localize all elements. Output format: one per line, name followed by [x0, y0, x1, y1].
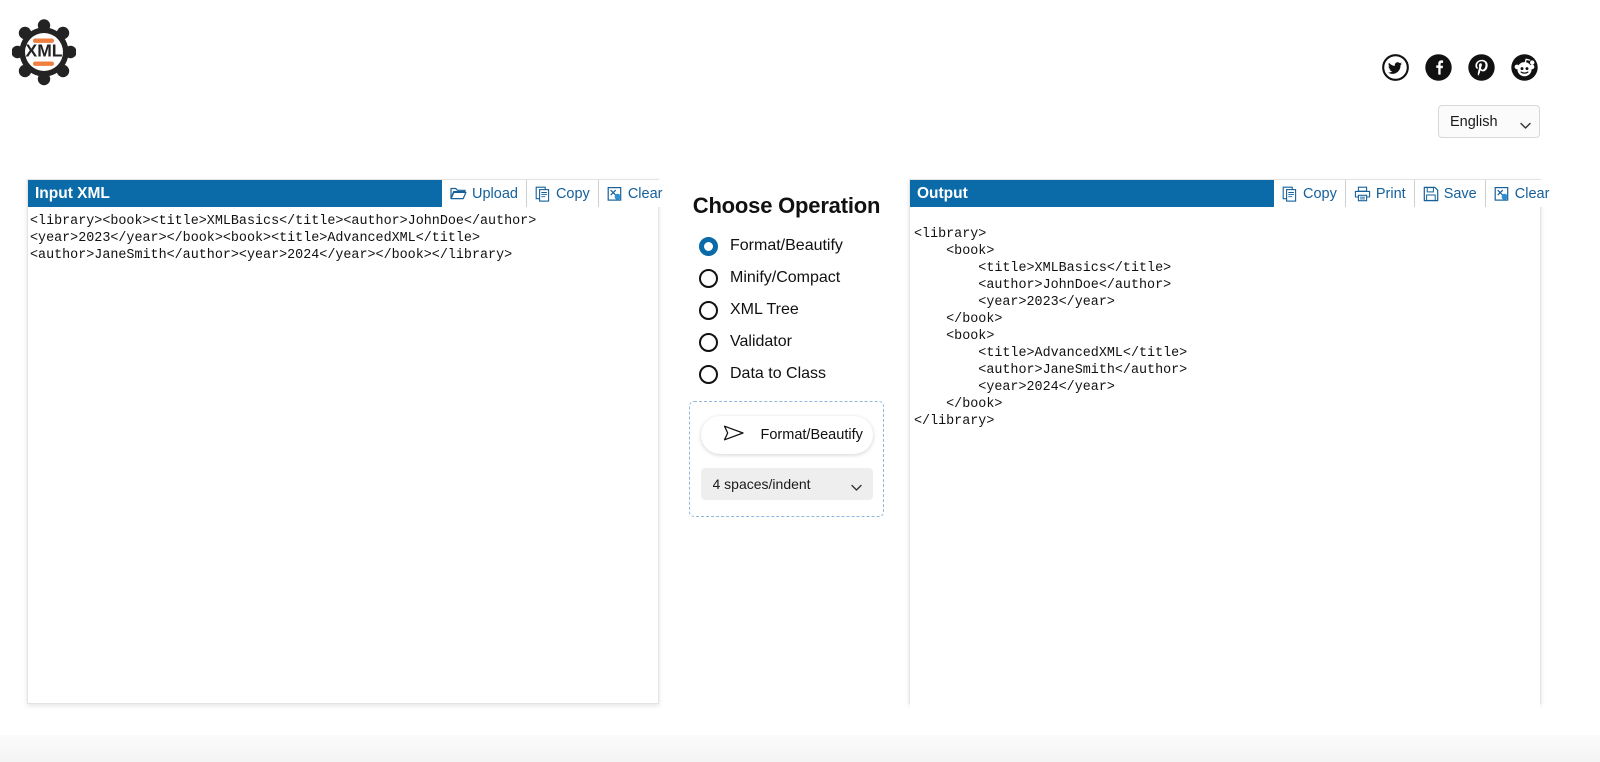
facebook-icon[interactable] — [1425, 54, 1452, 81]
indent-selector-wrapper: 4 spaces/indent — [700, 468, 873, 500]
run-operation-label: Format/Beautify — [760, 427, 863, 443]
radio-format-beautify[interactable] — [699, 236, 718, 256]
xml-formatter-page: XML English Input XML Upload Copy Clear … — [0, 0, 1600, 762]
output-tool-buttons: Copy Print Save Clear — [1274, 180, 1554, 207]
social-links — [1382, 54, 1538, 81]
action-box: Format/Beautify 4 spaces/indent — [689, 401, 884, 517]
input-clear-button[interactable]: Clear — [598, 180, 667, 207]
operation-validator[interactable]: Validator — [699, 329, 884, 355]
input-panel-toolbar: Input XML Upload Copy Clear — [28, 180, 667, 207]
operation-xml-tree[interactable]: XML Tree — [699, 297, 884, 323]
logo-text: XML — [26, 41, 63, 61]
operation-minify-compact[interactable]: Minify/Compact — [699, 265, 884, 291]
operation-label: Validator — [730, 333, 792, 350]
pinterest-icon[interactable] — [1468, 54, 1495, 81]
input-tool-buttons: Upload Copy Clear — [442, 180, 667, 207]
save-label: Save — [1443, 185, 1477, 202]
output-copy-button[interactable]: Copy — [1274, 180, 1346, 207]
input-clear-label: Clear — [627, 185, 663, 202]
copy-document-icon — [535, 186, 551, 202]
language-selector-wrapper: English — [1438, 105, 1540, 138]
reddit-icon[interactable] — [1511, 54, 1538, 81]
footer-strip — [0, 735, 1600, 762]
radio-data-to-class[interactable] — [699, 364, 718, 384]
choose-operation-title: Choose Operation — [692, 193, 881, 218]
floppy-disk-icon — [1423, 186, 1439, 202]
operation-label: Minify/Compact — [730, 269, 841, 286]
operation-label: XML Tree — [730, 301, 799, 318]
radio-xml-tree[interactable] — [699, 300, 718, 320]
radio-minify-compact[interactable] — [699, 268, 718, 288]
choose-operation-section: Choose Operation Format/Beautify Minify/… — [689, 193, 884, 517]
folder-open-icon — [450, 186, 467, 201]
output-panel-title: Output — [910, 180, 1274, 207]
output-clear-button[interactable]: Clear — [1485, 180, 1554, 207]
clear-eraser-icon — [1494, 186, 1510, 202]
output-panel-toolbar: Output Copy Print Save Clear — [910, 180, 1554, 207]
language-select[interactable]: English — [1438, 105, 1540, 138]
send-arrow-icon — [723, 424, 745, 446]
operation-label: Data to Class — [730, 365, 827, 382]
upload-label: Upload — [472, 185, 518, 202]
printer-icon — [1354, 186, 1371, 202]
input-copy-button[interactable]: Copy — [526, 180, 599, 207]
input-xml-textarea[interactable] — [28, 207, 658, 703]
print-button[interactable]: Print — [1345, 180, 1415, 207]
clear-eraser-icon — [607, 186, 623, 202]
output-xml-content[interactable]: <library> <book> <title>XMLBasics</title… — [910, 220, 1540, 717]
output-clear-label: Clear — [1514, 185, 1550, 202]
output-copy-label: Copy — [1303, 185, 1337, 202]
upload-button[interactable]: Upload — [442, 180, 527, 207]
output-panel: Output Copy Print Save Clear <library> <… — [909, 179, 1554, 717]
input-xml-panel: Input XML Upload Copy Clear <library><bo… — [27, 179, 667, 704]
save-button[interactable]: Save — [1414, 180, 1486, 207]
print-label: Print — [1375, 185, 1406, 202]
operation-data-to-class[interactable]: Data to Class — [699, 361, 884, 387]
operation-label: Format/Beautify — [730, 237, 843, 254]
twitter-icon[interactable] — [1382, 54, 1409, 81]
xml-gear-logo[interactable]: XML — [11, 18, 77, 88]
radio-validator[interactable] — [699, 332, 718, 352]
indent-select[interactable]: 4 spaces/indent — [700, 468, 873, 500]
input-panel-title: Input XML — [28, 180, 442, 207]
copy-document-icon — [1282, 186, 1298, 202]
page-header: XML English — [0, 0, 1600, 160]
input-copy-label: Copy — [555, 185, 590, 202]
operation-format-beautify[interactable]: Format/Beautify — [699, 233, 884, 259]
run-operation-button[interactable]: Format/Beautify — [700, 416, 873, 454]
